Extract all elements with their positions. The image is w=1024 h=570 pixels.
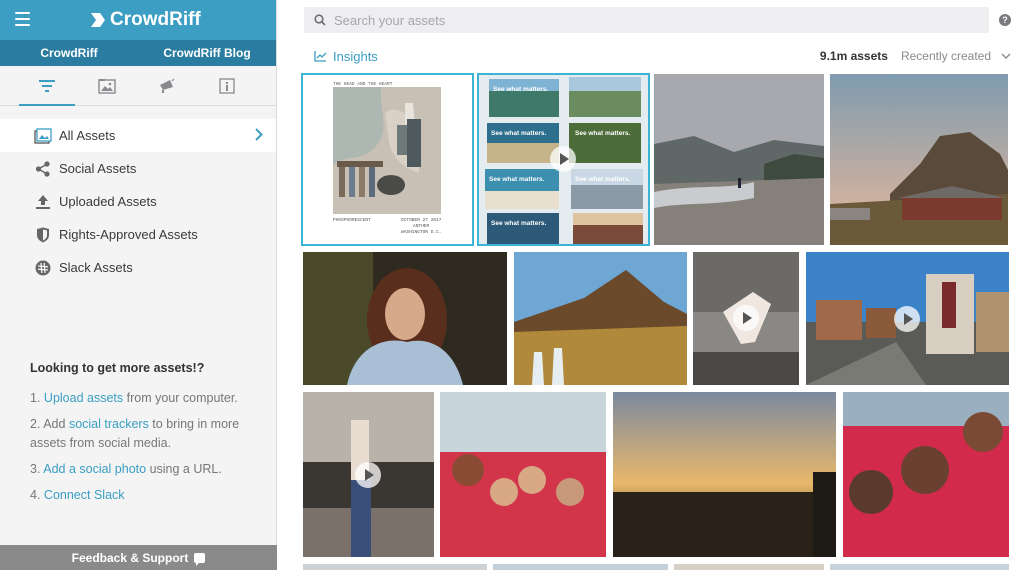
chat-bubble-icon xyxy=(194,552,206,566)
tab-campaigns[interactable] xyxy=(137,66,197,105)
cabin-cliff-image xyxy=(830,74,1008,245)
collage-caption: See what matters. xyxy=(489,176,544,183)
upload-icon xyxy=(34,193,52,211)
niagara-group-image xyxy=(440,392,606,557)
sunset-concert-image xyxy=(613,392,836,557)
help-icon[interactable]: ? xyxy=(999,14,1011,26)
asset-thumbnail[interactable] xyxy=(303,564,487,570)
chevron-down-icon xyxy=(1001,53,1011,59)
poster-left-text: PHOSPHORESCENT xyxy=(333,217,371,223)
hamburger-menu-icon[interactable] xyxy=(15,12,30,26)
social-trackers-link[interactable]: social trackers xyxy=(69,417,149,431)
app: CrowdRiff CrowdRiff CrowdRiff Blog All A… xyxy=(0,0,1024,570)
tip-social-trackers: 2. Add social trackers to bring in more … xyxy=(30,417,240,450)
collage-caption: See what matters. xyxy=(491,220,546,227)
collage-caption: See what matters. xyxy=(575,176,630,183)
subnav: CrowdRiff CrowdRiff Blog xyxy=(0,40,276,66)
share-icon xyxy=(34,160,52,178)
asset-thumbnail-video[interactable] xyxy=(303,392,434,557)
asset-thumbnail[interactable] xyxy=(830,564,1009,570)
play-icon xyxy=(550,146,576,172)
line-chart-icon xyxy=(314,51,327,62)
asset-thumbnail-video[interactable] xyxy=(693,252,799,385)
collage-caption: See what matters. xyxy=(491,130,546,137)
asset-thumbnail-video[interactable] xyxy=(806,252,1009,385)
asset-thumbnail[interactable] xyxy=(303,252,507,385)
tip-upload: 1. Upload assets from your computer. xyxy=(30,391,238,405)
brand-logo[interactable]: CrowdRiff xyxy=(90,9,201,31)
asset-thumbnail[interactable] xyxy=(654,74,824,245)
megaphone-icon xyxy=(160,78,175,93)
filter-icon xyxy=(39,79,55,92)
asset-thumbnail[interactable] xyxy=(830,74,1008,245)
tip-social-photo: 3. Add a social photo using a URL. xyxy=(30,462,222,476)
shield-icon xyxy=(34,226,52,244)
sort-label: Recently created xyxy=(900,49,991,63)
tab-collections[interactable] xyxy=(77,66,137,105)
concert-poster-image: THE HEAD AND THE HEART PHOSPHORESCENT OC… xyxy=(333,81,442,235)
tab-filter[interactable] xyxy=(17,66,77,106)
icon-tabs xyxy=(0,66,276,106)
asset-thumbnail-video[interactable]: See what matters. See what matters. See … xyxy=(477,73,650,246)
river-valley-image xyxy=(654,74,824,245)
asset-count: 9.1m assets xyxy=(819,49,888,63)
sidebar: CrowdRiff CrowdRiff CrowdRiff Blog All A… xyxy=(0,0,277,570)
portrait-sweater-image xyxy=(303,252,507,385)
feedback-support-button[interactable]: Feedback & Support xyxy=(0,545,277,570)
sidebar-item-label: Uploaded Assets xyxy=(59,194,157,209)
asset-nav: All Assets Social Assets Uploaded Assets… xyxy=(0,119,276,284)
library-toolbar: Insights 9.1m assets Recently created xyxy=(314,47,1011,65)
play-icon xyxy=(733,305,759,331)
insights-button[interactable]: Insights xyxy=(314,49,378,64)
crowdriff-logo-icon xyxy=(91,13,105,27)
feedback-label: Feedback & Support xyxy=(71,550,189,565)
chevron-right-icon xyxy=(255,128,263,141)
sidebar-item-label: All Assets xyxy=(59,128,116,143)
poster-title: THE HEAD AND THE HEART xyxy=(333,81,393,87)
search-bar[interactable] xyxy=(304,7,989,33)
poster-right-text: OCTOBER 27 2017 ANTHEM WASHINGTON D.C. xyxy=(401,217,442,235)
sidebar-item-all-assets[interactable]: All Assets xyxy=(0,119,276,152)
asset-thumbnail[interactable]: THE HEAD AND THE HEART PHOSPHORESCENT OC… xyxy=(301,73,474,246)
asset-thumbnail[interactable] xyxy=(843,392,1009,557)
get-more-assets: Looking to get more assets!? 1. Upload a… xyxy=(30,361,255,512)
connect-slack-link[interactable]: Connect Slack xyxy=(44,488,125,502)
sidebar-item-label: Rights-Approved Assets xyxy=(59,227,198,242)
subnav-link-crowdriff[interactable]: CrowdRiff xyxy=(0,40,138,66)
selfie-ponchos-image xyxy=(843,392,1009,557)
collage-caption: See what matters. xyxy=(493,86,548,93)
asset-library: ? Insights 9.1m assets Recently created … xyxy=(277,0,1024,570)
asset-thumbnail[interactable] xyxy=(440,392,606,557)
tip-connect-slack: 4. Connect Slack xyxy=(30,488,125,502)
image-icon xyxy=(34,127,52,145)
subnav-link-blog[interactable]: CrowdRiff Blog xyxy=(138,40,276,66)
asset-thumbnail[interactable] xyxy=(613,392,836,557)
mountain-waterfall-image xyxy=(514,252,687,385)
insights-label: Insights xyxy=(333,48,378,64)
sort-dropdown[interactable]: Recently created xyxy=(901,49,1011,63)
asset-thumbnail[interactable] xyxy=(514,252,687,385)
folder-image-icon xyxy=(98,78,116,94)
asset-thumbnail[interactable] xyxy=(674,564,824,570)
play-icon xyxy=(894,306,920,332)
collage-caption: See what matters. xyxy=(575,130,630,137)
tab-info[interactable] xyxy=(197,66,257,105)
search-icon xyxy=(314,14,326,26)
slack-icon xyxy=(34,259,52,277)
info-icon xyxy=(219,77,235,94)
sidebar-item-label: Slack Assets xyxy=(59,260,133,275)
brand-name: CrowdRiff xyxy=(110,9,201,30)
search-input[interactable] xyxy=(334,12,934,28)
asset-thumbnail[interactable] xyxy=(493,564,668,570)
get-more-heading: Looking to get more assets!? xyxy=(30,361,205,375)
sidebar-item-rights-approved[interactable]: Rights-Approved Assets xyxy=(0,218,276,251)
sidebar-item-uploaded-assets[interactable]: Uploaded Assets xyxy=(0,185,276,218)
sidebar-item-slack-assets[interactable]: Slack Assets xyxy=(0,251,276,284)
play-icon xyxy=(355,462,381,488)
add-social-photo-link[interactable]: Add a social photo xyxy=(43,462,146,476)
sidebar-item-social-assets[interactable]: Social Assets xyxy=(0,152,276,185)
sidebar-item-label: Social Assets xyxy=(59,161,137,176)
topbar: CrowdRiff xyxy=(0,0,276,40)
upload-assets-link[interactable]: Upload assets xyxy=(44,391,123,405)
